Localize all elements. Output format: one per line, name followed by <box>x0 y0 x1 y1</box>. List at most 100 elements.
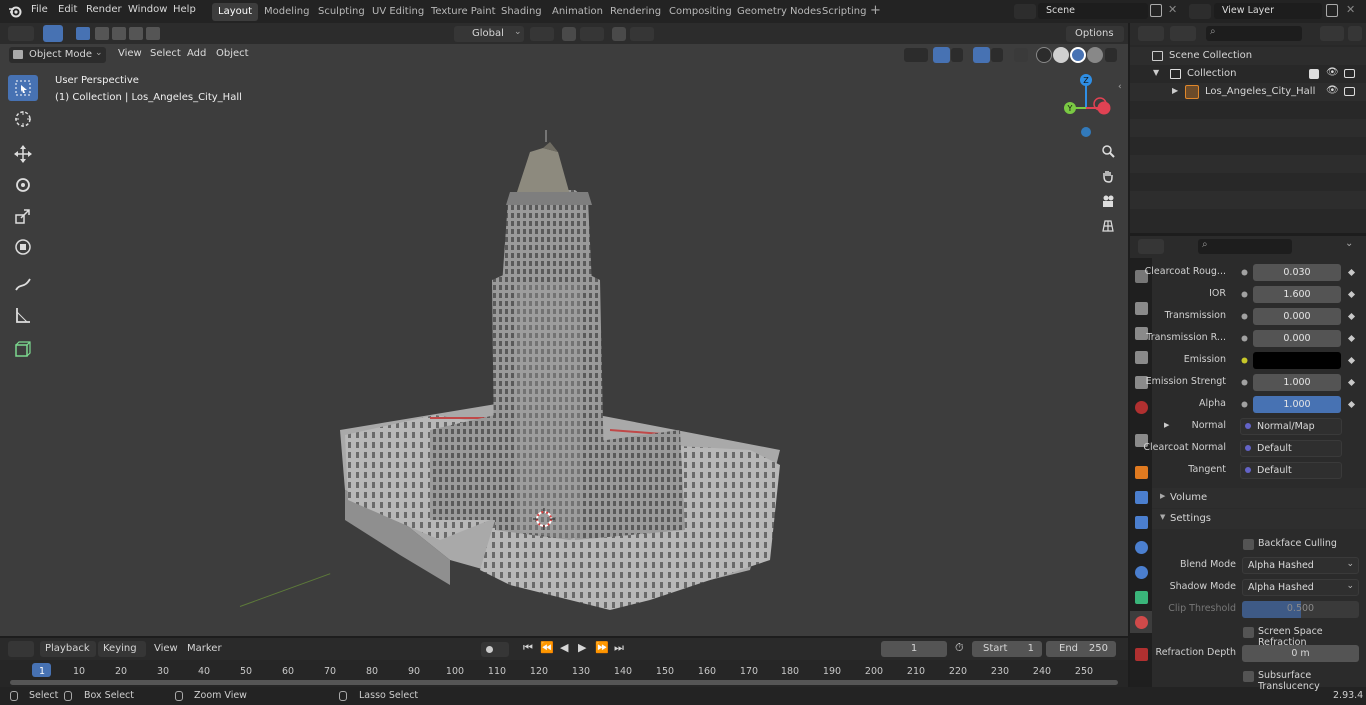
outliner-editor-type-icon[interactable] <box>1138 26 1164 41</box>
object-tab-icon[interactable] <box>1135 466 1148 479</box>
tab-sculpting[interactable]: Sculpting <box>312 3 371 21</box>
jump-to-keyframe-forward-icon[interactable]: ⏩ <box>595 641 609 654</box>
tab-uv-editing[interactable]: UV Editing <box>366 3 430 21</box>
viewport-add-menu[interactable]: Add <box>187 48 206 59</box>
eye-icon[interactable]: 👁 <box>1326 85 1339 96</box>
clip-threshold-slider[interactable]: 0.500 <box>1242 601 1359 618</box>
proportional-falloff-icon[interactable] <box>630 27 654 41</box>
select-mode-new-icon[interactable] <box>76 27 90 40</box>
new-view-layer-icon[interactable] <box>1326 4 1338 17</box>
playback-dropdown[interactable]: Playback <box>40 641 96 657</box>
tab-rendering[interactable]: Rendering <box>604 3 667 21</box>
add-cube-tool-icon[interactable] <box>8 336 38 362</box>
close-icon[interactable]: ✕ <box>1168 3 1177 16</box>
select-mode-intersect-icon[interactable] <box>146 27 160 40</box>
keyframe-icon[interactable] <box>1347 312 1356 321</box>
timeline-area[interactable]: 1 10 20 30 40 50 60 70 80 90 100 110 120… <box>0 660 1128 687</box>
current-frame-field[interactable]: 1 <box>881 641 947 657</box>
menu-edit[interactable]: Edit <box>58 4 77 15</box>
outliner-row-scene-collection[interactable]: Scene Collection <box>1130 47 1366 65</box>
3d-viewport[interactable]: Object Mode ⌄ View Select Add Object Use… <box>0 44 1128 636</box>
scene-selector-icon[interactable] <box>1014 4 1036 19</box>
city-hall-model[interactable] <box>330 100 800 610</box>
material-preview-shading-icon[interactable] <box>1070 47 1086 63</box>
clearcoat-normal-link-field[interactable]: Default <box>1240 440 1342 457</box>
tab-compositing[interactable]: Compositing <box>663 3 738 21</box>
auto-keying-icon[interactable] <box>481 642 509 657</box>
new-collection-icon[interactable] <box>1348 26 1362 41</box>
view-layer-tab-icon[interactable] <box>1135 351 1148 364</box>
editor-type-icon[interactable] <box>8 26 34 41</box>
expand-arrow-icon[interactable]: ▼ <box>1153 68 1159 77</box>
settings-panel-header[interactable]: ▼ Settings <box>1152 509 1366 529</box>
view-layer-selector-icon[interactable] <box>1189 4 1211 19</box>
keyframe-icon[interactable] <box>1347 334 1356 343</box>
blend-mode-dropdown[interactable]: Alpha Hashed ⌄ <box>1242 557 1359 574</box>
clearcoat-roughness-slider[interactable]: 0.030 <box>1253 264 1341 281</box>
emission-strength-slider[interactable]: 1.000 <box>1253 374 1341 391</box>
properties-editor-type-icon[interactable] <box>1138 239 1164 254</box>
rendered-shading-icon[interactable] <box>1087 47 1103 63</box>
camera-view-icon[interactable] <box>1097 190 1119 212</box>
world-tab-icon[interactable] <box>1135 401 1148 414</box>
sidebar-toggle-icon[interactable]: ‹ <box>1118 82 1122 92</box>
object-mode-dropdown[interactable]: Object Mode ⌄ <box>9 47 106 63</box>
modifier-tab-icon[interactable] <box>1135 491 1148 504</box>
timeline-scrollbar[interactable] <box>10 680 1118 685</box>
prop-backface-culling[interactable]: Backface Culling <box>1152 536 1366 554</box>
add-workspace-button[interactable]: + <box>870 4 881 17</box>
snap-toggle-icon[interactable] <box>562 27 576 41</box>
viewport-select-menu[interactable]: Select <box>150 48 181 59</box>
wireframe-shading-icon[interactable] <box>1036 47 1052 63</box>
data-tab-icon[interactable] <box>1135 591 1148 604</box>
transform-tool-icon[interactable] <box>8 234 38 260</box>
overlays-toggle-icon[interactable] <box>973 47 990 63</box>
color-socket-icon[interactable] <box>1240 356 1249 365</box>
shadow-mode-dropdown[interactable]: Alpha Hashed ⌄ <box>1242 579 1359 596</box>
zoom-icon[interactable] <box>1097 140 1119 162</box>
play-reverse-icon[interactable]: ◀ <box>560 641 568 654</box>
texture-tab-icon[interactable] <box>1135 648 1148 661</box>
prop-screen-space-refraction[interactable]: Screen Space Refraction <box>1152 624 1366 648</box>
keyframe-icon[interactable] <box>1347 400 1356 409</box>
scene-name-field[interactable]: Scene <box>1038 3 1148 19</box>
select-mode-invert-icon[interactable] <box>129 27 143 40</box>
annotate-tool-icon[interactable] <box>8 271 38 297</box>
new-scene-icon[interactable] <box>1150 4 1162 17</box>
visibility-icon[interactable] <box>904 48 928 62</box>
shading-dropdown-icon[interactable] <box>1105 48 1117 62</box>
material-tab-icon[interactable] <box>1135 616 1148 629</box>
display-mode-icon[interactable] <box>1170 26 1196 41</box>
socket-icon[interactable] <box>1240 268 1249 277</box>
eye-icon[interactable]: 👁 <box>1326 67 1339 78</box>
play-icon[interactable]: ▶ <box>578 641 586 654</box>
expand-arrow-icon[interactable]: ▶ <box>1172 86 1178 95</box>
pivot-point-icon[interactable] <box>530 27 554 41</box>
socket-icon[interactable] <box>1240 290 1249 299</box>
menu-file[interactable]: File <box>31 4 48 15</box>
timeline-view-menu[interactable]: View <box>154 643 178 654</box>
expand-arrow-icon[interactable]: ▶ <box>1164 421 1169 429</box>
gizmo-dropdown-icon[interactable] <box>951 48 963 62</box>
measure-tool-icon[interactable] <box>8 302 38 328</box>
backface-culling-checkbox[interactable] <box>1243 539 1254 550</box>
view-layer-name-field[interactable]: View Layer <box>1214 3 1322 19</box>
normal-link-field[interactable]: Normal/Map <box>1240 418 1342 435</box>
socket-icon[interactable] <box>1240 334 1249 343</box>
tab-texture-paint[interactable]: Texture Paint <box>425 3 502 21</box>
start-frame-field[interactable]: Start 1 <box>972 641 1042 657</box>
socket-icon[interactable] <box>1240 378 1249 387</box>
cursor-tool-icon[interactable] <box>8 106 38 132</box>
keyframe-icon[interactable] <box>1347 268 1356 277</box>
move-tool-icon[interactable] <box>8 141 38 167</box>
subsurface-translucency-checkbox[interactable] <box>1243 671 1254 682</box>
rotate-tool-icon[interactable] <box>8 172 38 198</box>
outliner-row-object[interactable]: ▶ Los_Angeles_City_Hall 👁 <box>1130 83 1366 101</box>
select-mode-extend-icon[interactable] <box>95 27 109 40</box>
gizmo-toggle-icon[interactable] <box>933 47 950 63</box>
jump-to-end-icon[interactable]: ⏭ <box>614 641 624 655</box>
socket-icon[interactable] <box>1240 312 1249 321</box>
menu-render[interactable]: Render <box>86 4 122 15</box>
transmission-roughness-slider[interactable]: 0.000 <box>1253 330 1341 347</box>
stopwatch-icon[interactable]: ⏱ <box>955 641 964 655</box>
